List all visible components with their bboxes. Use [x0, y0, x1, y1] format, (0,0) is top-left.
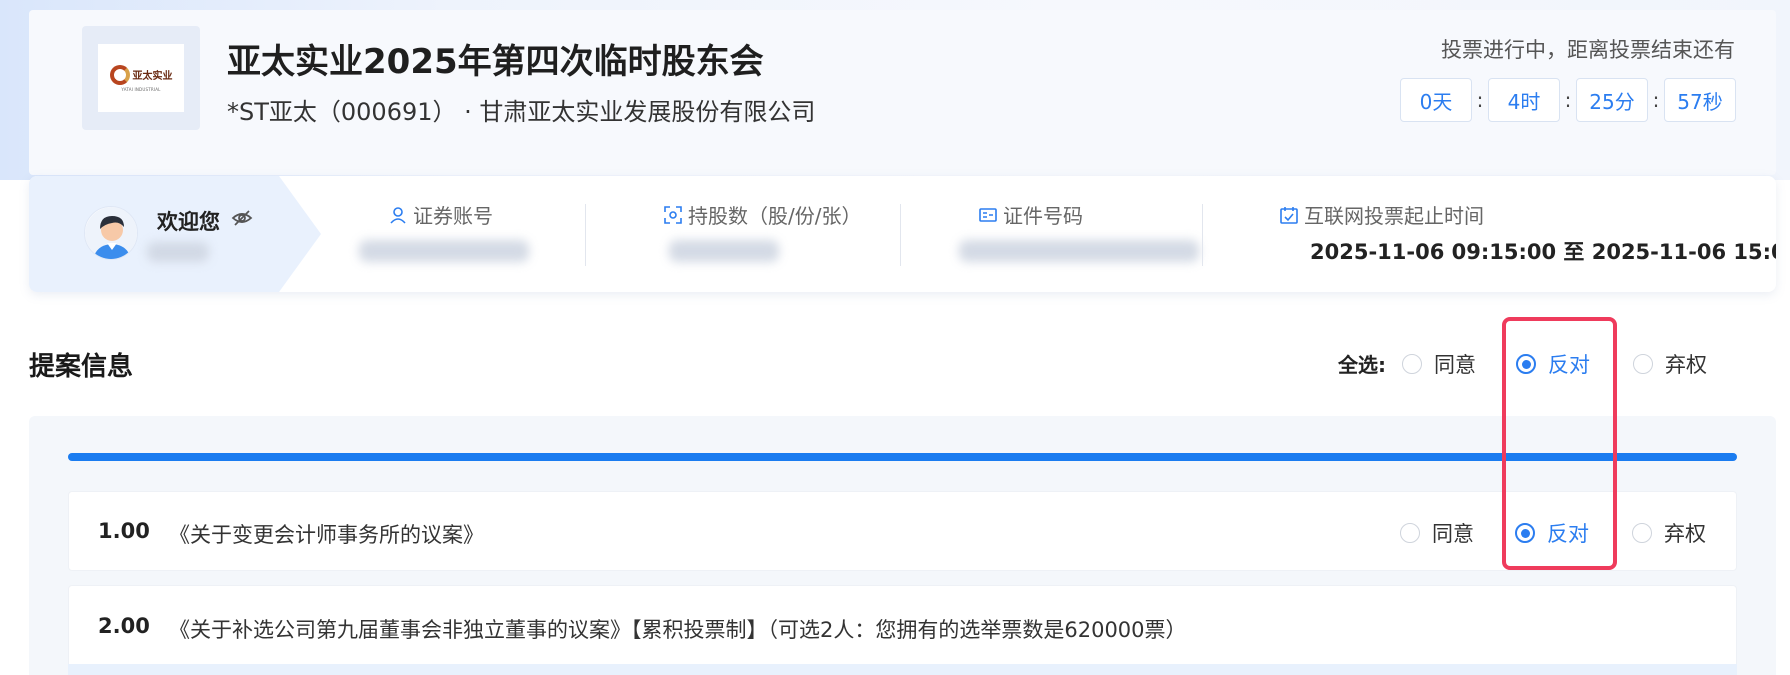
select-all-label: 全选:: [1338, 353, 1386, 377]
logo-subtext: YATAI INDUSTRIAL: [121, 86, 161, 92]
countdown-label: 投票进行中，距离投票结束还有: [1441, 38, 1735, 62]
id-number-redacted: [959, 240, 1199, 262]
select-all-agree-radio[interactable]: 同意: [1402, 349, 1476, 379]
proposal-title: 《关于变更会计师事务所的议案》: [169, 523, 484, 547]
countdown-days: 0天: [1400, 78, 1472, 122]
proposal-title: 《关于补选公司第九届董事会非独立董事的议案》【累积投票制】（可选2人：您拥有的选…: [169, 618, 1187, 642]
radio-indicator: [1633, 354, 1653, 374]
voting-period-value: 2025-11-06 09:15:00 至 2025-11-06 15:00:0…: [1310, 240, 1776, 264]
shares-held-label: 持股数（股/份/张）: [664, 200, 861, 229]
account-info-card: 欢迎您 证券账号 持股数（股/份/张） 证件号码 互联网投票起止时间 2025-…: [29, 176, 1776, 292]
welcome-text: 欢迎您: [157, 210, 220, 234]
user-icon: [390, 206, 406, 224]
proposal-number: 1.00: [98, 519, 150, 543]
field-divider: [585, 204, 586, 266]
countdown-minutes: 25分: [1576, 78, 1648, 122]
countdown-timer: 0天 : 4时 : 25分 : 57秒: [1400, 78, 1736, 122]
proposal-1-abstain-radio[interactable]: 弃权: [1632, 518, 1706, 548]
meeting-title: 亚太实业2025年第四次临时股东会: [227, 42, 764, 82]
voting-progress-fill: [68, 453, 1737, 461]
logo-image: 亚太实业 YATAI INDUSTRIAL: [98, 44, 184, 112]
avatar: [84, 206, 138, 260]
account-name-redacted: [147, 242, 209, 262]
section-title: 提案信息: [29, 352, 134, 382]
countdown-separator: :: [1652, 88, 1660, 112]
id-number-label: 证件号码: [979, 200, 1083, 229]
field-divider: [1202, 204, 1203, 266]
securities-account-redacted: [359, 240, 529, 262]
scan-icon: [664, 205, 682, 224]
radio-indicator: [1402, 354, 1422, 374]
proposal-row: 2.00 《关于补选公司第九届董事会非独立董事的议案》【累积投票制】（可选2人：…: [68, 585, 1737, 675]
shares-held-redacted: [669, 240, 779, 262]
logo-ring-icon: [109, 64, 130, 85]
voting-progress-bar: [68, 453, 1737, 461]
hide-info-icon[interactable]: [231, 209, 253, 227]
proposal-row: 1.00 《关于变更会计师事务所的议案》: [68, 491, 1737, 571]
select-all-abstain-radio[interactable]: 弃权: [1633, 349, 1707, 379]
countdown-hours: 4时: [1488, 78, 1560, 122]
radio-indicator: [1400, 523, 1420, 543]
proposal-candidates-strip: [68, 664, 1737, 675]
countdown-separator: :: [1476, 88, 1484, 112]
logo-text: 亚太实业: [132, 71, 173, 82]
countdown-separator: :: [1564, 88, 1572, 112]
company-info: *ST亚太（000691） · 甘肃亚太实业发展股份有限公司: [227, 98, 816, 126]
calendar-check-icon: [1280, 206, 1298, 224]
radio-indicator: [1632, 523, 1652, 543]
countdown-seconds: 57秒: [1664, 78, 1736, 122]
id-card-icon: [979, 207, 997, 222]
proposal-number: 2.00: [98, 614, 150, 638]
proposal-1-agree-radio[interactable]: 同意: [1400, 518, 1474, 548]
securities-account-label: 证券账号: [389, 200, 493, 229]
voting-period-label: 互联网投票起止时间: [1280, 200, 1484, 229]
company-logo: 亚太实业 YATAI INDUSTRIAL: [82, 26, 200, 130]
oppose-column-highlight: [1502, 317, 1617, 570]
field-divider: [900, 204, 901, 266]
